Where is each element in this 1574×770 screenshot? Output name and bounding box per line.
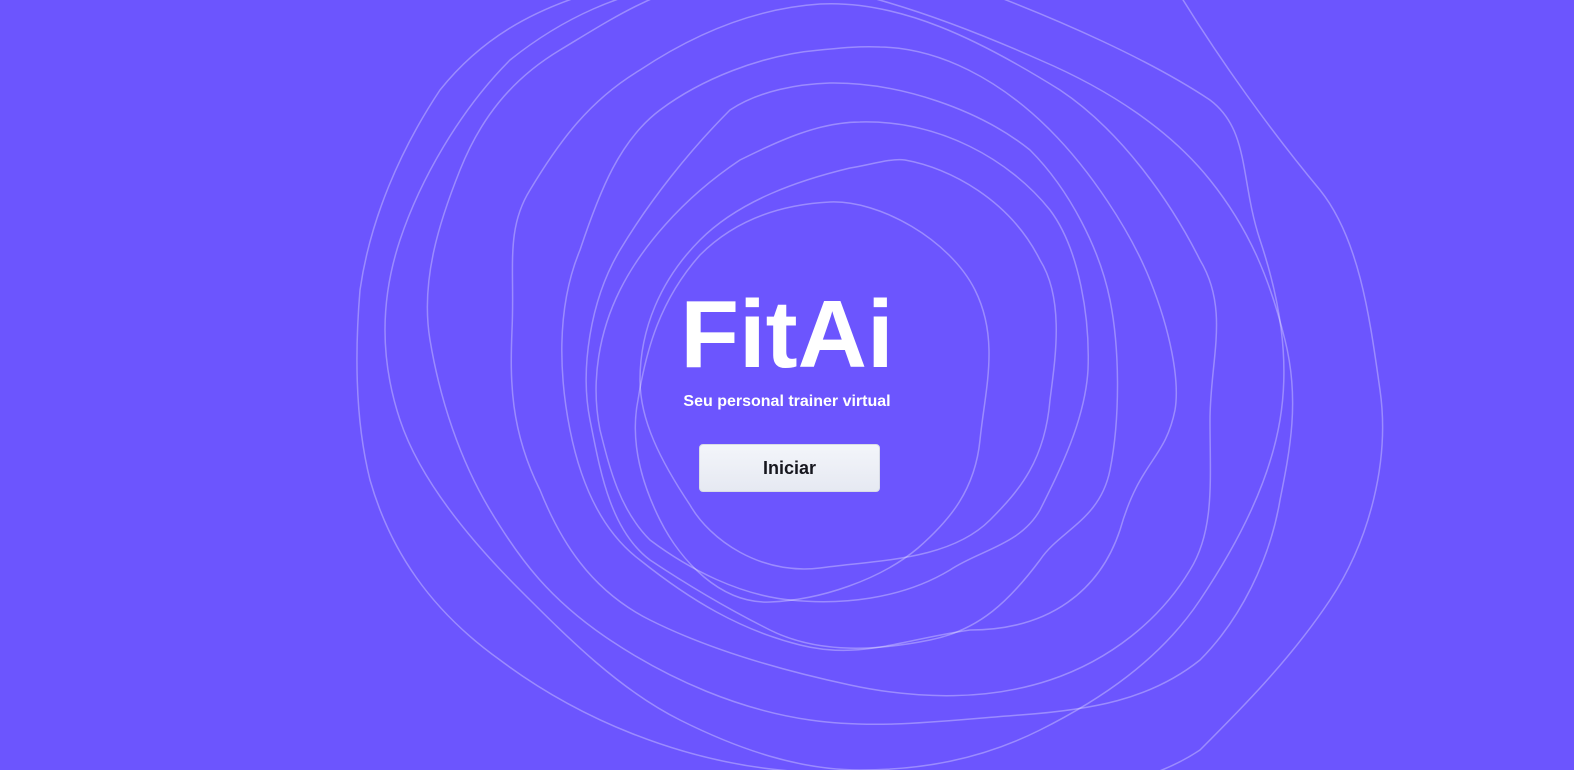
app-subtitle: Seu personal trainer virtual: [683, 393, 891, 410]
app-title: FitAi: [680, 281, 894, 388]
start-button[interactable]: Iniciar: [699, 444, 880, 492]
hero-section: FitAi Seu personal trainer virtual Inici…: [0, 0, 1574, 770]
